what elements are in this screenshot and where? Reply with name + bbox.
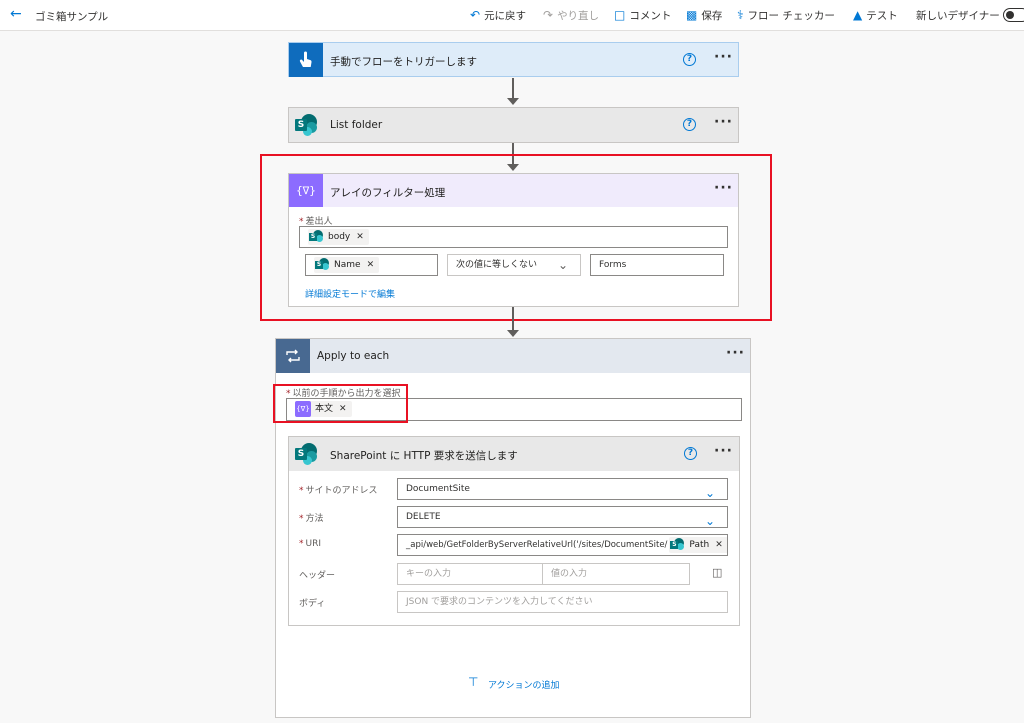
more-options-icon[interactable]: ··· (714, 443, 733, 459)
site-address-dropdown[interactable]: DocumentSite ⌄ (397, 478, 728, 500)
help-icon[interactable]: ? (683, 118, 696, 131)
body-input[interactable]: JSON で要求のコンテンツを入力してください (397, 591, 728, 613)
sharepoint-icon: S (289, 108, 323, 142)
apply-each-header: Apply to each ··· (276, 339, 750, 373)
chevron-down-icon: ⌄ (704, 486, 715, 500)
method-dropdown[interactable]: DELETE ⌄ (397, 506, 728, 528)
highlight-box-filter (260, 154, 772, 321)
connector-arrow-icon (507, 330, 519, 337)
sharepoint-icon: S (669, 537, 685, 553)
http-header: S SharePoint に HTTP 要求を送信します ? ··· (289, 437, 739, 471)
top-toolbar: ← ゴミ箱サンプル ↶ 元に戻す ↷ やり直し □ コメント ▩ 保存 ⚕ フロー チェッ… (0, 0, 1024, 31)
connector-line (512, 78, 514, 98)
back-arrow-icon[interactable]: ← (10, 6, 22, 22)
help-icon[interactable]: ? (683, 53, 696, 66)
hand-touch-icon (289, 43, 323, 77)
remove-token-icon[interactable]: ✕ (715, 535, 723, 555)
save-button[interactable]: ▩ 保存 (686, 8, 722, 23)
header-key-input[interactable]: キーの入力 (397, 563, 543, 585)
trigger-card[interactable]: 手動でフローをトリガーします ? ··· (288, 42, 739, 77)
path-token[interactable]: S Path ✕ (669, 537, 727, 553)
site-address-label: * サイトのアドレス (299, 486, 378, 496)
more-options-icon[interactable]: ··· (714, 49, 733, 65)
sharepoint-icon: S (289, 437, 323, 471)
http-title: SharePoint に HTTP 要求を送信します (330, 450, 518, 462)
method-label: * 方法 (299, 514, 324, 524)
apply-each-title: Apply to each (317, 350, 390, 362)
undo-button[interactable]: ↶ 元に戻す (470, 8, 526, 23)
more-options-icon[interactable]: ··· (726, 345, 745, 361)
connector-arrow-icon (507, 98, 519, 105)
stethoscope-icon: ⚕ (737, 8, 744, 22)
flow-title: ゴミ箱サンプル (35, 11, 109, 23)
sharepoint-http-card[interactable]: S SharePoint に HTTP 要求を送信します ? ··· * サイトの… (288, 436, 740, 626)
header-value-input[interactable]: 値の入力 (542, 563, 690, 585)
comment-icon: □ (614, 8, 626, 22)
uri-label: * URI (299, 539, 321, 549)
redo-icon: ↷ (543, 8, 554, 22)
highlight-box-select-output (273, 384, 408, 423)
chevron-down-icon: ⌄ (704, 514, 715, 528)
loop-icon (276, 339, 310, 373)
trigger-title: 手動でフローをトリガーします (330, 56, 477, 68)
uri-input[interactable]: _api/web/GetFolderByServerRelativeUrl('/… (397, 534, 728, 556)
add-action-link[interactable]: アクションの追加 (488, 678, 560, 691)
connector-line (512, 307, 514, 330)
list-folder-card[interactable]: S List folder ? ··· (288, 107, 739, 143)
new-designer-toggle[interactable] (1003, 8, 1024, 22)
flask-icon: ▲ (853, 8, 863, 22)
help-icon[interactable]: ? (684, 447, 697, 460)
add-action-icon: ⊤ (468, 675, 479, 689)
save-icon: ▩ (686, 8, 698, 22)
test-button[interactable]: ▲ テスト (853, 8, 898, 23)
list-folder-title: List folder (330, 119, 383, 131)
new-designer-label: 新しいデザイナー (916, 10, 1000, 22)
comment-button[interactable]: □ コメント (614, 8, 671, 23)
headers-label: ヘッダー (299, 571, 336, 581)
flow-checker-button[interactable]: ⚕ フロー チェッカー (737, 8, 835, 23)
more-options-icon[interactable]: ··· (714, 114, 733, 130)
redo-button[interactable]: ↷ やり直し (543, 8, 599, 23)
body-label: ボディ (299, 599, 326, 609)
undo-icon: ↶ (470, 8, 481, 22)
switch-mode-icon[interactable]: ◫ (712, 566, 722, 579)
